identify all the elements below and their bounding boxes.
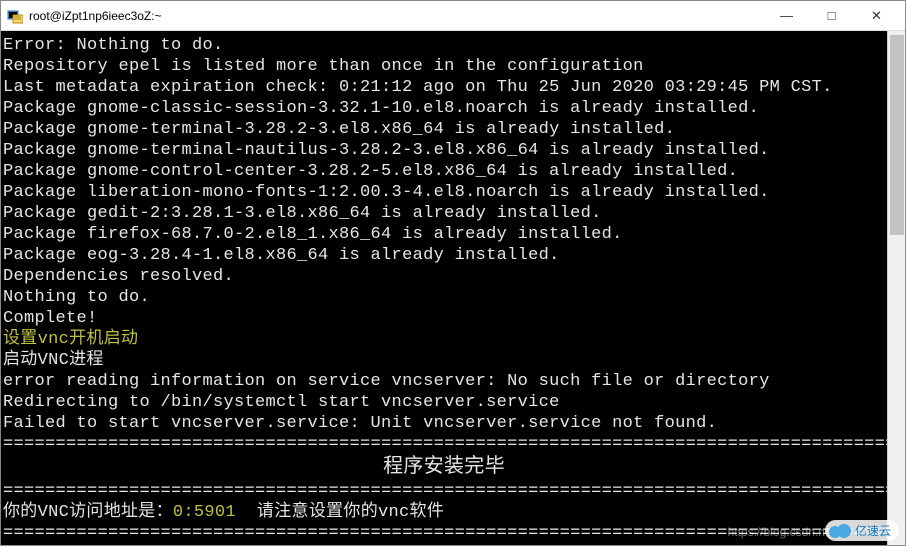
app-window: root@iZpt1np6ieec3oZ:~ — □ ✕ Error: Noth… — [0, 0, 906, 546]
terminal-line: 程序安装完毕 — [3, 455, 885, 481]
terminal-line: Dependencies resolved. — [3, 266, 885, 287]
terminal-line: Redirecting to /bin/systemctl start vncs… — [3, 392, 885, 413]
putty-icon — [7, 8, 23, 24]
terminal-line: Package firefox-68.7.0-2.el8_1.x86_64 is… — [3, 224, 885, 245]
vnc-address-prefix: 你的VNC访问地址是： — [3, 503, 173, 522]
minimize-button[interactable]: — — [764, 2, 809, 30]
terminal-line: error reading information on service vnc… — [3, 371, 885, 392]
vnc-address-suffix: 请注意设置你的vnc软件 — [236, 503, 444, 522]
terminal-line: ========================================… — [3, 481, 885, 502]
terminal-line: Package gnome-classic-session-3.32.1-10.… — [3, 98, 885, 119]
terminal-line: Package liberation-mono-fonts-1:2.00.3-4… — [3, 182, 885, 203]
terminal-line: Repository epel is listed more than once… — [3, 56, 885, 77]
terminal-line: 启动VNC进程 — [3, 350, 885, 371]
terminal-line: ========================================… — [3, 434, 885, 455]
scrollbar[interactable] — [887, 31, 905, 545]
scroll-thumb[interactable] — [890, 35, 904, 235]
terminal-line: Nothing to do. — [3, 287, 885, 308]
terminal-line: 设置vnc开机启动 — [3, 329, 885, 350]
terminal-output[interactable]: Error: Nothing to do.Repository epel is … — [1, 31, 887, 545]
titlebar[interactable]: root@iZpt1np6ieec3oZ:~ — □ ✕ — [1, 1, 905, 31]
terminal-line: Failed to start vncserver.service: Unit … — [3, 413, 885, 434]
terminal-line: Package gnome-terminal-3.28.2-3.el8.x86_… — [3, 119, 885, 140]
vnc-address-line: 你的VNC访问地址是：0:5901 请注意设置你的vnc软件 — [3, 502, 885, 523]
close-button[interactable]: ✕ — [854, 2, 899, 30]
terminal-line: Package eog-3.28.4-1.el8.x86_64 is alrea… — [3, 245, 885, 266]
terminal-area: Error: Nothing to do.Repository epel is … — [1, 31, 905, 545]
maximize-button[interactable]: □ — [809, 2, 854, 30]
terminal-line: ========================================… — [3, 523, 885, 544]
vnc-address-value: 0:5901 — [173, 503, 236, 522]
terminal-line: Last metadata expiration check: 0:21:12 … — [3, 77, 885, 98]
terminal-line: Complete! — [3, 308, 885, 329]
terminal-line: Error: Nothing to do. — [3, 35, 885, 56]
terminal-line: Package gnome-control-center-3.28.2-5.el… — [3, 161, 885, 182]
window-title: root@iZpt1np6ieec3oZ:~ — [29, 9, 162, 23]
terminal-line: Package gedit-2:3.28.1-3.el8.x86_64 is a… — [3, 203, 885, 224]
terminal-line: Package gnome-terminal-nautilus-3.28.2-3… — [3, 140, 885, 161]
